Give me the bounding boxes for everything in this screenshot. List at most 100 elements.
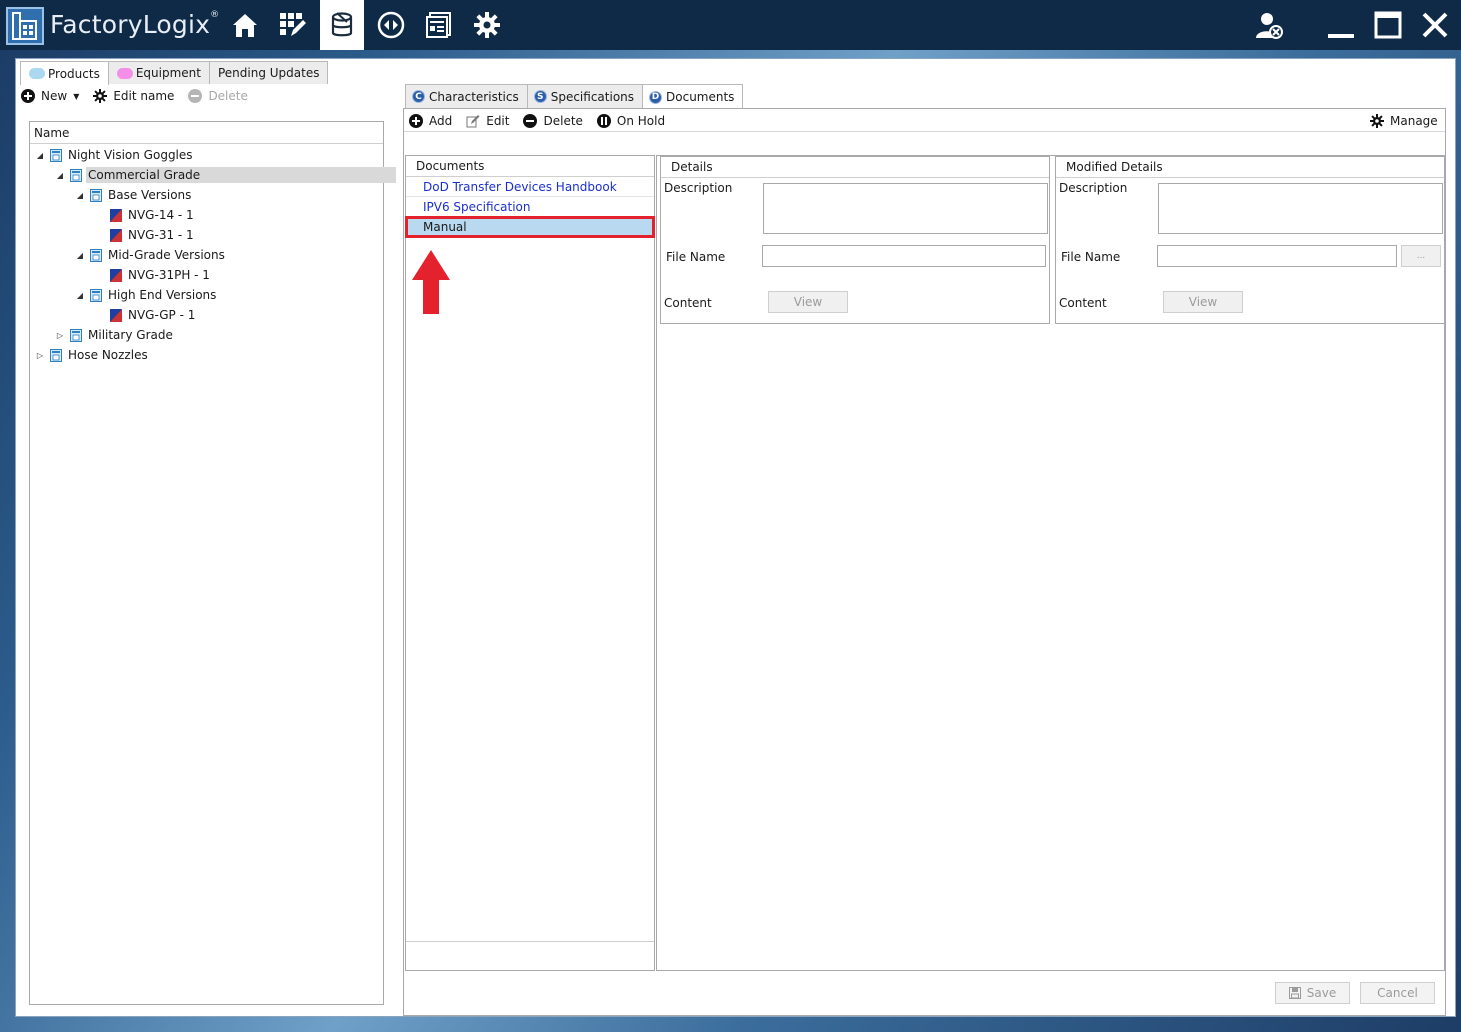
product-icon bbox=[110, 308, 122, 322]
product-group-icon bbox=[50, 348, 62, 362]
details-view-button[interactable]: View bbox=[768, 291, 848, 313]
gear-icon[interactable] bbox=[465, 0, 509, 50]
modified-view-button[interactable]: View bbox=[1163, 291, 1243, 313]
grid-edit-icon[interactable] bbox=[270, 0, 314, 50]
documents-list: Documents DoD Transfer Devices Handbook … bbox=[405, 155, 655, 971]
tab-specifications[interactable]: S Specifications bbox=[526, 84, 644, 108]
gear-icon bbox=[1370, 114, 1384, 128]
modified-file-name-field[interactable] bbox=[1157, 245, 1397, 267]
product-group-icon bbox=[70, 168, 82, 182]
expanded-triangle-icon[interactable]: ◢ bbox=[34, 151, 46, 160]
product-database-icon[interactable] bbox=[320, 0, 364, 50]
new-button[interactable]: New ▼ bbox=[21, 89, 79, 103]
documents-d-icon: D bbox=[649, 90, 663, 104]
delete-document-button[interactable]: Delete bbox=[523, 114, 583, 128]
plus-circle-icon bbox=[21, 89, 35, 103]
save-button[interactable]: Save bbox=[1275, 982, 1350, 1004]
details-file-name-label: File Name bbox=[666, 250, 726, 264]
tab-documents[interactable]: D Documents bbox=[642, 84, 744, 109]
pause-circle-icon bbox=[596, 114, 611, 128]
app-title: FactoryLogix® bbox=[50, 10, 220, 39]
documents-list-footer bbox=[406, 941, 654, 942]
tab-products[interactable]: Products bbox=[20, 61, 109, 85]
edit-document-button[interactable]: Edit bbox=[466, 114, 509, 128]
tree-node-military-grade[interactable]: ▷ Military Grade bbox=[54, 325, 175, 345]
product-group-icon bbox=[70, 328, 82, 342]
detail-tab-strip: C Characteristics S Specifications D Doc… bbox=[405, 84, 744, 109]
details-file-name-field[interactable] bbox=[762, 245, 1046, 267]
tab-equipment[interactable]: Equipment bbox=[107, 61, 210, 84]
documents-window-icon[interactable] bbox=[417, 0, 461, 50]
minus-circle-icon bbox=[523, 114, 538, 128]
tree-node-base-versions[interactable]: ◢ Base Versions bbox=[74, 185, 193, 205]
main-panel: Products Equipment Pending Updates New ▼ … bbox=[15, 58, 1456, 1017]
gear-icon bbox=[93, 89, 108, 103]
minus-circle-icon bbox=[188, 89, 203, 103]
chevron-down-icon: ▼ bbox=[73, 91, 80, 101]
product-icon bbox=[110, 268, 122, 282]
manage-toolbar: Manage bbox=[1370, 110, 1438, 132]
factorylogix-logo-icon bbox=[6, 7, 44, 45]
browse-file-button[interactable]: ... bbox=[1401, 245, 1441, 267]
tab-characteristics[interactable]: C Characteristics bbox=[405, 84, 528, 108]
outer-tab-strip: Products Equipment Pending Updates bbox=[20, 61, 329, 85]
document-item-manual[interactable]: Manual bbox=[405, 216, 655, 238]
manage-button[interactable]: Manage bbox=[1370, 114, 1438, 128]
tree-node-commercial-grade[interactable]: ◢ Commercial Grade bbox=[54, 165, 397, 185]
product-icon bbox=[110, 208, 122, 222]
product-group-icon bbox=[90, 188, 102, 202]
tree-node-nvg-14[interactable]: NVG-14 - 1 bbox=[106, 205, 196, 225]
document-item-dod-handbook[interactable]: DoD Transfer Devices Handbook bbox=[406, 177, 654, 197]
modified-file-name-label: File Name bbox=[1061, 250, 1121, 264]
details-header: Details bbox=[661, 157, 1049, 178]
tree-node-night-vision-goggles[interactable]: ◢ Night Vision Goggles bbox=[34, 145, 195, 165]
title-bar: FactoryLogix® bbox=[0, 0, 1461, 50]
product-tree: Name ◢ Night Vision Goggles ◢ Commercial… bbox=[29, 121, 397, 1005]
user-logout-icon[interactable] bbox=[1250, 6, 1288, 44]
tree-node-nvg-31[interactable]: NVG-31 - 1 bbox=[106, 225, 196, 245]
product-group-icon bbox=[90, 288, 102, 302]
product-group-icon bbox=[50, 148, 62, 162]
products-toolbar: New ▼ Edit name Delete bbox=[21, 85, 262, 107]
plus-circle-icon bbox=[409, 114, 423, 128]
documents-tab-content: Add Edit Delete On Hold Manage Documents… bbox=[403, 108, 1446, 1016]
edit-pencil-icon bbox=[466, 115, 480, 128]
edit-name-button[interactable]: Edit name bbox=[93, 89, 174, 103]
products-pill-icon bbox=[29, 68, 45, 79]
cancel-button[interactable]: Cancel bbox=[1360, 982, 1435, 1004]
tree-node-high-end-versions[interactable]: ◢ High End Versions bbox=[74, 285, 218, 305]
routing-icon[interactable] bbox=[369, 0, 413, 50]
on-hold-button[interactable]: On Hold bbox=[596, 114, 665, 128]
collapsed-triangle-icon[interactable]: ▷ bbox=[34, 351, 46, 360]
toolbar-separator bbox=[404, 131, 1445, 132]
tree-node-mid-grade-versions[interactable]: ◢ Mid-Grade Versions bbox=[74, 245, 227, 265]
tab-pending-updates[interactable]: Pending Updates bbox=[208, 61, 329, 84]
characteristics-c-icon: C bbox=[412, 90, 425, 103]
close-icon[interactable] bbox=[1416, 6, 1454, 44]
tree-node-hose-nozzles[interactable]: ▷ Hose Nozzles bbox=[34, 345, 150, 365]
add-document-button[interactable]: Add bbox=[409, 114, 452, 128]
red-arrow-annotation bbox=[412, 250, 450, 314]
document-item-ipv6-spec[interactable]: IPV6 Specification bbox=[406, 197, 654, 217]
home-icon[interactable] bbox=[223, 0, 267, 50]
product-icon bbox=[110, 228, 122, 242]
maximize-icon[interactable] bbox=[1369, 6, 1407, 44]
delete-button[interactable]: Delete bbox=[188, 89, 248, 103]
tree-node-nvg-gp[interactable]: NVG-GP - 1 bbox=[106, 305, 197, 325]
save-disk-icon bbox=[1288, 987, 1301, 999]
expanded-triangle-icon[interactable]: ◢ bbox=[74, 291, 86, 300]
expanded-triangle-icon[interactable]: ◢ bbox=[74, 191, 86, 200]
expanded-triangle-icon[interactable]: ◢ bbox=[74, 251, 86, 260]
collapsed-triangle-icon[interactable]: ▷ bbox=[54, 331, 66, 340]
tree-node-nvg-31ph[interactable]: NVG-31PH - 1 bbox=[106, 265, 212, 285]
tree-column-header: Name bbox=[30, 122, 383, 144]
documents-toolbar: Add Edit Delete On Hold bbox=[409, 110, 679, 132]
specifications-s-icon: S bbox=[533, 90, 547, 103]
details-description-field[interactable] bbox=[763, 183, 1048, 234]
modified-description-field[interactable] bbox=[1158, 183, 1443, 234]
details-content-label: Content bbox=[664, 296, 712, 310]
modified-description-label: Description bbox=[1059, 181, 1128, 195]
expanded-triangle-icon[interactable]: ◢ bbox=[54, 171, 66, 180]
product-group-icon bbox=[90, 248, 102, 262]
minimize-icon[interactable] bbox=[1322, 6, 1360, 44]
